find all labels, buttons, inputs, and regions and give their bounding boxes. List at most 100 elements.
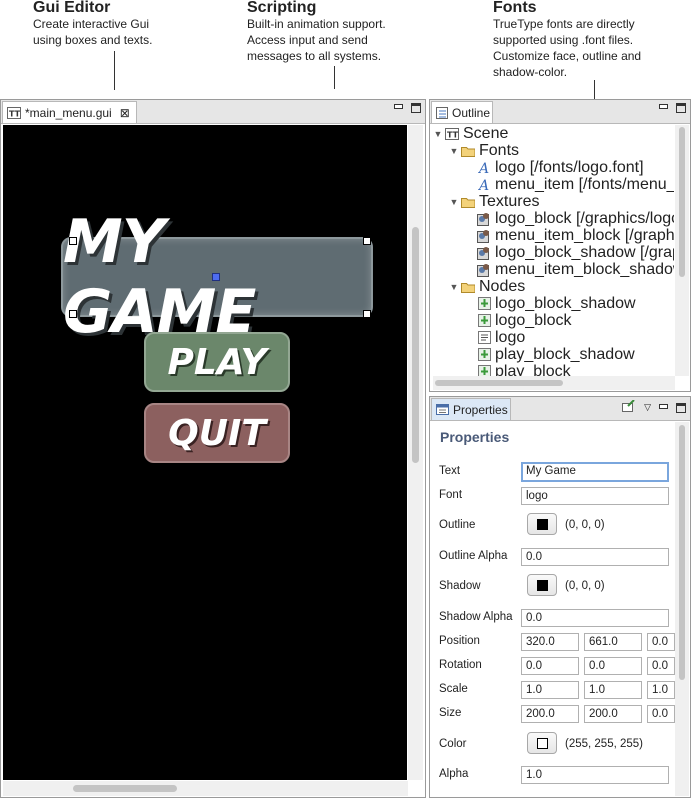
tree-item-label: play_block_shadow (495, 345, 635, 363)
tree-item[interactable]: ▼ TT Scene (433, 125, 509, 142)
play-block[interactable]: PLAY (144, 332, 290, 392)
tree-item[interactable]: ▼ Fonts (449, 142, 519, 159)
annotation-line: TrueType fonts are directly (493, 17, 635, 31)
tree-item[interactable]: play_block_shadow (465, 346, 635, 363)
shadow-color-swatch (536, 579, 548, 591)
view-menu-icon[interactable]: ▽ (644, 402, 651, 413)
rotation-x-input[interactable]: 0.0 (521, 657, 579, 675)
expand-toggle-icon[interactable]: ▼ (433, 129, 443, 139)
properties-heading: Properties (440, 429, 510, 445)
tab-label: Outline (452, 105, 491, 120)
annotation-title: Scripting (247, 0, 317, 16)
color-label: Color (439, 738, 467, 750)
tree-item[interactable]: ▼ Nodes (449, 277, 526, 295)
close-icon[interactable]: ⊠ (120, 106, 130, 120)
font-label: Font (439, 489, 463, 501)
tree-item-label: Textures (479, 192, 540, 210)
maximize-button[interactable] (676, 103, 686, 113)
annotation-pointer (114, 51, 115, 90)
tree-item[interactable]: logo_block [/graphics/logo_block.png] (465, 210, 674, 227)
scene-icon: TT (445, 127, 459, 140)
expand-toggle-icon[interactable]: ▼ (449, 282, 459, 292)
outline-color-button[interactable] (527, 513, 557, 535)
font-input[interactable]: logo (521, 487, 669, 505)
tree-item[interactable]: play_block (465, 363, 571, 376)
text-label: Text (439, 465, 461, 477)
expand-toggle-icon[interactable]: ▼ (449, 146, 459, 156)
outline-tabbar: Outline (430, 100, 690, 124)
tree-item-label: play_block (495, 362, 571, 377)
expand-toggle-icon[interactable]: ▼ (449, 197, 459, 207)
tree-item-label: logo [/fonts/logo.font] (495, 158, 644, 176)
selection-handle[interactable] (69, 310, 77, 318)
tree-item[interactable]: menu_item_block_shadow [/graphics/menu_i… (465, 261, 674, 278)
box-node-icon (477, 297, 491, 310)
size-z-input[interactable]: 0.0 (647, 705, 675, 723)
pin-icon[interactable] (622, 399, 635, 415)
selection-handle[interactable] (363, 310, 371, 318)
scroll-thumb[interactable] (73, 785, 177, 792)
maximize-button[interactable] (411, 103, 421, 113)
tree-item-label: Fonts (479, 141, 520, 159)
tree-item[interactable]: Amenu_item [/fonts/menu_item.font] (465, 176, 675, 193)
selection-handle[interactable] (363, 237, 371, 245)
pivot-handle[interactable] (212, 273, 220, 281)
shadow-color-button[interactable] (527, 574, 557, 596)
scroll-thumb[interactable] (435, 380, 563, 386)
tab-label: Properties (453, 402, 508, 417)
svg-text:A: A (478, 178, 489, 192)
quit-block[interactable]: QUIT (144, 403, 290, 463)
minimize-button[interactable] (658, 403, 669, 413)
scroll-thumb[interactable] (679, 127, 685, 277)
position-x-input[interactable]: 320.0 (521, 633, 579, 651)
scale-y-input[interactable]: 1.0 (584, 681, 642, 699)
tab-outline[interactable]: Outline (431, 101, 493, 123)
alpha-label: Alpha (439, 768, 469, 780)
position-y-input[interactable]: 661.0 (584, 633, 642, 651)
tree-item[interactable]: logo_block_shadow (465, 295, 636, 312)
tab-properties[interactable]: Properties (431, 398, 511, 420)
maximize-button[interactable] (676, 402, 686, 413)
scroll-thumb[interactable] (412, 227, 419, 463)
scroll-thumb[interactable] (679, 425, 685, 680)
tree-item[interactable]: logo_block_shadow [/graphics/logo_block_… (465, 244, 674, 261)
tree-item[interactable]: logo (465, 329, 525, 346)
position-label: Position (439, 635, 480, 647)
tree-item[interactable]: menu_item_block [/graphics/menu_item_blo… (465, 227, 674, 244)
tree-item[interactable]: ▼ Textures (449, 192, 540, 210)
annotation-scripting: Scripting Built-in animation support. Ac… (247, 0, 386, 64)
rotation-y-input[interactable]: 0.0 (584, 657, 642, 675)
tree-item-label: Nodes (479, 277, 526, 295)
properties-vertical-scrollbar[interactable] (675, 422, 689, 796)
rotation-z-input[interactable]: 0.0 (647, 657, 675, 675)
minimize-button[interactable] (393, 103, 404, 113)
shadow-alpha-input[interactable]: 0.0 (521, 609, 669, 627)
scale-z-input[interactable]: 1.0 (647, 681, 675, 699)
tree-item[interactable]: logo_block (465, 312, 572, 329)
play-text: PLAY (167, 341, 267, 383)
alpha-input[interactable]: 1.0 (521, 766, 669, 784)
scale-x-input[interactable]: 1.0 (521, 681, 579, 699)
outline-color-value: (0, 0, 0) (565, 519, 605, 531)
tab-main-menu-gui[interactable]: TT *main_menu.gui ⊠ (2, 101, 137, 123)
tree-item-label: menu_item_block_shadow [/graphics/menu_i… (495, 260, 674, 278)
editor-vertical-scrollbar[interactable] (408, 125, 423, 780)
texture-icon (477, 246, 491, 260)
minimize-button[interactable] (658, 103, 669, 113)
tree-item[interactable]: Alogo [/fonts/logo.font] (465, 159, 644, 176)
text-input[interactable]: My Game (521, 462, 669, 482)
outline-alpha-input[interactable]: 0.0 (521, 548, 669, 566)
size-x-input[interactable]: 200.0 (521, 705, 579, 723)
editor-horizontal-scrollbar[interactable] (3, 781, 408, 796)
editor-tabbar: TT *main_menu.gui ⊠ (1, 100, 425, 124)
outline-horizontal-scrollbar[interactable] (433, 376, 675, 390)
gui-canvas[interactable]: MY GAME PLAY QUIT (3, 125, 407, 780)
outline-vertical-scrollbar[interactable] (675, 125, 689, 376)
position-z-input[interactable]: 0.0 (647, 633, 675, 651)
shadow-color-value: (0, 0, 0) (565, 580, 605, 592)
size-y-input[interactable]: 200.0 (584, 705, 642, 723)
color-button[interactable] (527, 732, 557, 754)
annotation-line: Access input and send (247, 33, 368, 47)
selection-handle[interactable] (69, 237, 77, 245)
color-value: (255, 255, 255) (565, 738, 644, 750)
